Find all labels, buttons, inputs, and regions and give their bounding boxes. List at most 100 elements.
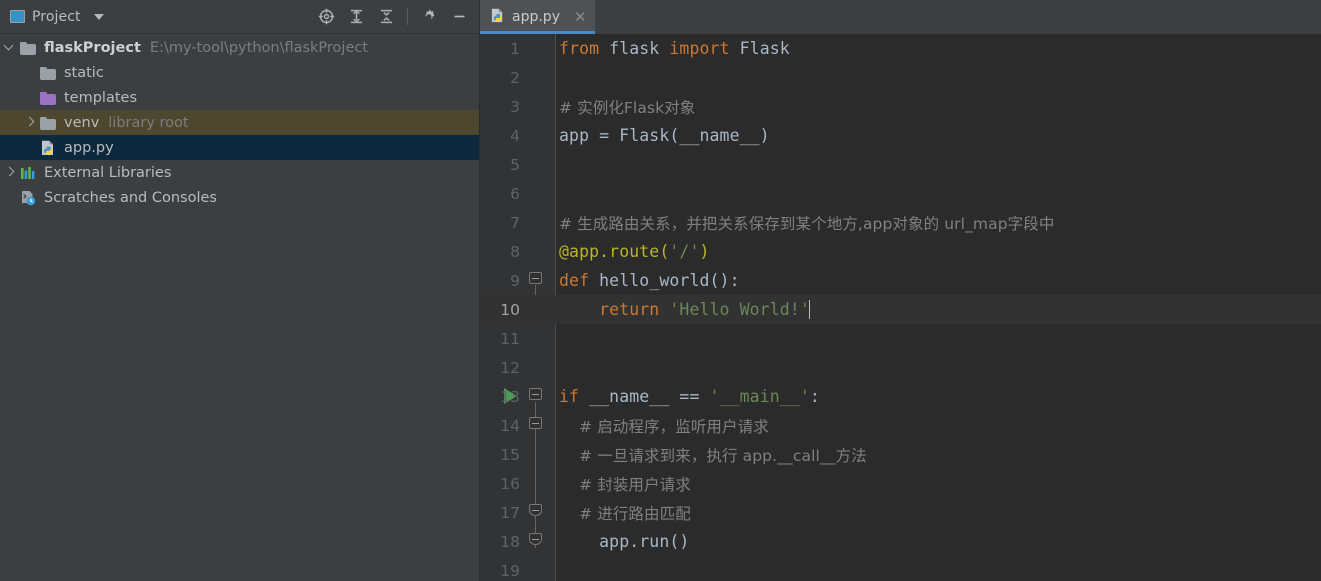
editor-tabbar: app.py ✕ — [480, 0, 1321, 34]
string-token: 'Hello World!' — [669, 300, 810, 319]
code-line: 11 — [480, 324, 1321, 353]
project-tree[interactable]: flaskProject E:\my-tool\python\flaskProj… — [0, 34, 479, 581]
tree-item-label: static — [64, 64, 104, 81]
code-text: if __name__ == '__main__': — [559, 387, 820, 406]
line-number: 13 — [500, 387, 520, 406]
collapse-all-icon[interactable] — [372, 3, 400, 31]
tree-item-flaskproject[interactable]: flaskProject E:\my-tool\python\flaskProj… — [0, 35, 479, 60]
gear-icon[interactable] — [415, 3, 443, 31]
gutter-marker — [520, 295, 555, 324]
project-panel-toolbar — [312, 3, 473, 31]
editor-tab-label: app.py — [512, 9, 560, 25]
line-number: 9 — [510, 271, 520, 290]
project-title-dropdown[interactable]: Project — [10, 9, 104, 25]
code-text: # 启动程序，监听用户请求 — [559, 417, 769, 436]
tree-item-templates[interactable]: templates — [0, 85, 479, 110]
folder-icon — [20, 41, 37, 55]
line-number: 1 — [510, 39, 520, 58]
chevron-down-icon[interactable] — [93, 13, 104, 20]
pycharm-window: Project flaskProject E:\my-tool\python\f… — [0, 0, 1321, 581]
tree-item-static[interactable]: static — [0, 60, 479, 85]
gutter-marker — [520, 179, 555, 208]
code-line: 19 — [480, 556, 1321, 581]
line-number: 5 — [510, 155, 520, 174]
chevron-right-icon[interactable] — [20, 117, 40, 128]
line-number: 8 — [510, 242, 520, 261]
line-number: 18 — [500, 532, 520, 551]
code-line: 5 — [480, 150, 1321, 179]
line-number: 2 — [510, 68, 520, 87]
code-line: 9 def hello_world(): — [480, 266, 1321, 295]
gutter-marker — [520, 498, 555, 527]
close-icon[interactable]: ✕ — [574, 9, 587, 25]
code-line: 16 # 封装用户请求 — [480, 469, 1321, 498]
chevron-right-icon[interactable] — [0, 167, 20, 178]
gutter-marker — [520, 208, 555, 237]
code-text: # 进行路由匹配 — [559, 504, 691, 523]
line-number: 11 — [500, 329, 520, 348]
editor-tab-app-py[interactable]: app.py ✕ — [480, 0, 595, 34]
gutter-marker — [520, 382, 555, 411]
code-line: 18 app.run() — [480, 527, 1321, 556]
tree-item-app-py[interactable]: app.py — [0, 135, 479, 160]
code-line: 3 # 实例化Flask对象 — [480, 92, 1321, 121]
tree-item-external-libraries[interactable]: External Libraries — [0, 160, 479, 185]
line-number: 4 — [510, 126, 520, 145]
code-text: app = Flask(__name__) — [559, 126, 770, 145]
code-text: # 封装用户请求 — [559, 475, 691, 494]
string-token: '/' — [669, 242, 700, 261]
code-text: @app.route('/') — [559, 242, 710, 261]
gutter-marker — [520, 237, 555, 266]
line-number: 3 — [510, 97, 520, 116]
identifier-token: : — [809, 387, 820, 406]
editor-pane: app.py ✕ 1 from flask import Flask 2 3 #… — [480, 0, 1321, 581]
line-number: 6 — [510, 184, 520, 203]
code-line: 2 — [480, 63, 1321, 92]
chevron-down-icon[interactable] — [0, 42, 20, 53]
expand-all-icon[interactable] — [342, 3, 370, 31]
code-text: from flask import Flask — [559, 39, 790, 58]
gutter-marker — [520, 121, 555, 150]
minimize-icon[interactable] — [445, 3, 473, 31]
code-line: 7 # 生成路由关系，并把关系保存到某个地方,app对象的 url_map字段中 — [480, 208, 1321, 237]
code-line: 6 — [480, 179, 1321, 208]
decorator-token: @app.route( — [559, 242, 670, 261]
python-file-icon — [490, 8, 506, 27]
folder-purple-icon — [40, 91, 57, 105]
keyword-token: return — [559, 300, 670, 319]
external-libraries-icon — [20, 166, 37, 180]
python-file-icon — [40, 140, 57, 156]
tree-item-venv[interactable]: venv library root — [0, 110, 479, 135]
code-line: 15 # 一旦请求到来，执行 app.__call__方法 — [480, 440, 1321, 469]
line-number: 16 — [500, 474, 520, 493]
identifier-token: __name__ == — [589, 387, 710, 406]
code-editor[interactable]: 1 from flask import Flask 2 3 # 实例化Flask… — [480, 34, 1321, 581]
text-caret — [808, 300, 811, 319]
keyword-token: if — [559, 387, 590, 406]
project-panel-title: Project — [32, 8, 81, 25]
identifier-token: hello_world(): — [599, 271, 740, 290]
code-line: 1 from flask import Flask — [480, 34, 1321, 63]
gutter-marker — [520, 63, 555, 92]
scratches-icon — [20, 190, 37, 206]
project-panel-header: Project — [0, 0, 479, 34]
decorator-token: ) — [699, 242, 710, 261]
code-text: # 生成路由关系，并把关系保存到某个地方,app对象的 url_map字段中 — [559, 214, 1055, 233]
locate-icon[interactable] — [312, 3, 340, 31]
gutter-marker — [520, 527, 555, 556]
line-number: 12 — [500, 358, 520, 377]
code-text: app.run() — [559, 532, 690, 551]
tree-item-path: E:\my-tool\python\flaskProject — [149, 39, 369, 56]
line-number: 15 — [500, 445, 520, 464]
gutter-marker — [520, 469, 555, 498]
tree-item-label: templates — [64, 89, 138, 106]
tree-item-scratches-and-consoles[interactable]: Scratches and Consoles — [0, 185, 479, 210]
gutter-marker — [520, 150, 555, 179]
line-number: 10 — [500, 300, 520, 319]
code-line: 12 — [480, 353, 1321, 382]
toolbar-divider — [407, 8, 408, 25]
folder-icon — [40, 66, 57, 80]
project-window-icon — [10, 10, 25, 23]
gutter-marker — [520, 440, 555, 469]
project-tool-window: Project flaskProject E:\my-tool\python\f… — [0, 0, 480, 581]
